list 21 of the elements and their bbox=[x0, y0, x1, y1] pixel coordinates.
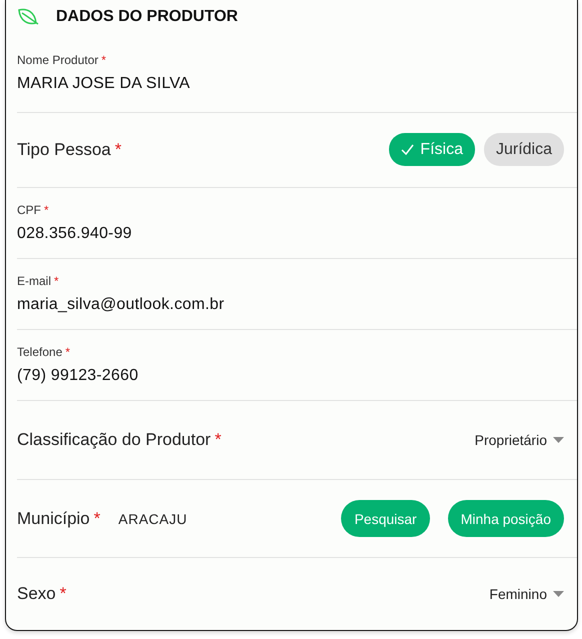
field-label: Município * bbox=[17, 508, 100, 529]
field-label: Tipo Pessoa * bbox=[17, 140, 122, 160]
section-title: DADOS DO PRODUTOR bbox=[56, 8, 238, 26]
field-label: Sexo * bbox=[17, 584, 66, 604]
caret-icon bbox=[553, 437, 564, 444]
field-label: CPF * bbox=[17, 202, 50, 217]
dropdown[interactable]: Proprietário bbox=[474, 432, 564, 448]
field-label: Telefone * bbox=[17, 345, 72, 360]
caret-icon bbox=[553, 591, 564, 598]
field-value: ARACAJU bbox=[118, 510, 188, 527]
field-value[interactable]: maria_silva@outlook.com.br bbox=[17, 296, 564, 314]
field-value[interactable]: 028.356.940-99 bbox=[17, 224, 564, 243]
field-value[interactable]: MARIA JOSE DA SILVA bbox=[17, 75, 564, 94]
choice-chip[interactable]: Jurídica bbox=[484, 133, 564, 166]
check-icon bbox=[401, 144, 414, 156]
field-label: E-mail * bbox=[17, 274, 60, 288]
field-label: Classificação do Produtor * bbox=[17, 430, 222, 450]
field-label: Nome Produtor * bbox=[17, 53, 108, 68]
leaf-icon bbox=[17, 7, 39, 28]
dropdown[interactable]: Feminino bbox=[489, 586, 564, 602]
field-value[interactable]: (79) 99123-2660 bbox=[17, 367, 564, 386]
